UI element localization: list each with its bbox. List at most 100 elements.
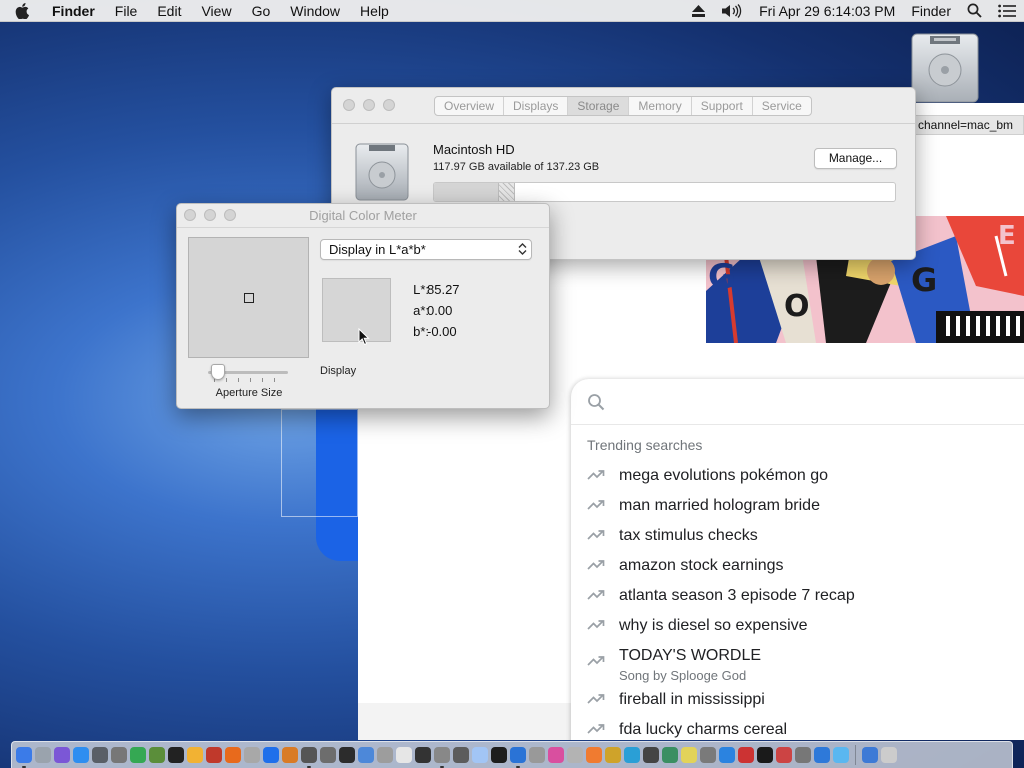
trending-item[interactable]: mega evolutions pokémon go [587, 463, 1017, 493]
dock-app-icon[interactable] [168, 747, 184, 763]
tab-service[interactable]: Service [753, 97, 811, 115]
dock-app-icon[interactable] [548, 747, 564, 763]
dock-app-icon[interactable] [586, 747, 602, 763]
dock-app-icon[interactable] [92, 747, 108, 763]
notification-center-icon[interactable] [990, 4, 1024, 18]
dock-app-icon[interactable] [719, 747, 735, 763]
dock-app-icon[interactable] [814, 747, 830, 763]
dock-app-icon[interactable] [320, 747, 336, 763]
storage-used-segment [434, 183, 499, 201]
menu-go[interactable]: Go [242, 0, 281, 22]
dock-app-icon[interactable] [491, 747, 507, 763]
search-input[interactable] [571, 379, 1024, 425]
dock-app-icon[interactable] [605, 747, 621, 763]
menu-file[interactable]: File [105, 0, 148, 22]
trending-up-icon [587, 693, 605, 708]
value-row-a: a*: 0.00 [401, 303, 521, 324]
dock-app-icon[interactable] [529, 747, 545, 763]
trending-item[interactable]: fda lucky charms cereal [587, 717, 1017, 740]
dock-app-icon[interactable] [833, 747, 849, 763]
address-bar[interactable]: channel=mac_bm [914, 115, 1024, 135]
hard-disk-icon [354, 142, 410, 205]
dock-app-icon[interactable] [453, 747, 469, 763]
trending-item[interactable]: man married hologram bride [587, 493, 1017, 523]
dock-app-icon[interactable] [339, 747, 355, 763]
dock-app-icon[interactable] [282, 747, 298, 763]
tab-storage[interactable]: Storage [568, 97, 630, 115]
dock-app-icon[interactable] [862, 747, 878, 763]
apple-menu-icon[interactable] [0, 0, 44, 22]
dock-app-icon[interactable] [662, 747, 678, 763]
trending-item[interactable]: tax stimulus checks [587, 523, 1017, 553]
manage-button[interactable]: Manage... [814, 148, 897, 169]
dock-app-icon[interactable] [130, 747, 146, 763]
dock-app-icon[interactable] [73, 747, 89, 763]
dock-app-icon[interactable] [206, 747, 222, 763]
menu-edit[interactable]: Edit [147, 0, 191, 22]
trending-item[interactable]: atlanta season 3 episode 7 recap [587, 583, 1017, 613]
volume-icon[interactable] [713, 3, 751, 18]
dock-app-icon[interactable] [434, 747, 450, 768]
dock-app-icon[interactable] [757, 747, 773, 763]
dock-app-icon[interactable] [776, 747, 792, 763]
dock-app-icon[interactable] [700, 747, 716, 763]
dock-app-icon[interactable] [415, 747, 431, 763]
tab-displays[interactable]: Displays [504, 97, 569, 115]
display-mode-select[interactable]: Display in L*a*b* [320, 239, 532, 260]
value-number: 0.00 [427, 303, 453, 318]
tab-support[interactable]: Support [692, 97, 753, 115]
svg-text:G: G [911, 261, 937, 299]
minimize-button[interactable] [363, 99, 375, 111]
dock-app-icon[interactable] [187, 747, 203, 763]
dock-app-icon[interactable] [149, 747, 165, 763]
dock-app-icon[interactable] [301, 747, 317, 768]
dock-app-icon[interactable] [358, 747, 374, 763]
tab-overview[interactable]: Overview [435, 97, 505, 115]
dock-app-icon[interactable] [396, 747, 412, 763]
trending-item-text: why is diesel so expensive [619, 617, 808, 634]
dock-app-icon[interactable] [16, 747, 32, 768]
mouse-pointer-icon [358, 327, 370, 349]
dock-app-icon[interactable] [567, 747, 583, 763]
search-suggestions-panel: Trending searches mega evolutions pokémo… [571, 379, 1024, 740]
dock-app-icon[interactable] [244, 747, 260, 763]
menu-app-name[interactable]: Finder [44, 0, 105, 22]
display-label: Display [320, 365, 357, 377]
digital-color-meter-window[interactable]: Digital Color Meter Aperture Size Displa… [176, 203, 550, 409]
dock-app-icon[interactable] [624, 747, 640, 763]
aperture-size-slider[interactable] [208, 364, 288, 384]
dock-app-icon[interactable] [377, 747, 393, 763]
trending-item[interactable]: amazon stock earnings [587, 553, 1017, 583]
dock-app-icon[interactable] [643, 747, 659, 763]
trending-item[interactable]: TODAY'S WORDLE Song by Splooge God [587, 643, 1017, 687]
menu-view[interactable]: View [191, 0, 241, 22]
dock-app-icon[interactable] [738, 747, 754, 763]
trending-up-icon [587, 499, 605, 514]
dock-app-icon[interactable] [54, 747, 70, 763]
dock-app-icon[interactable] [225, 747, 241, 763]
value-number: -0.00 [427, 324, 457, 339]
hard-disk-icon[interactable] [908, 30, 984, 104]
dock-app-icon[interactable] [472, 747, 488, 763]
menu-window[interactable]: Window [280, 0, 350, 22]
tab-memory[interactable]: Memory [629, 97, 692, 115]
dock-app-icon[interactable] [35, 747, 51, 763]
menu-help[interactable]: Help [350, 0, 399, 22]
dock-app-icon[interactable] [263, 747, 279, 763]
dock-app-icon[interactable] [681, 747, 697, 763]
trending-up-icon [587, 655, 605, 670]
zoom-button[interactable] [383, 99, 395, 111]
trending-item[interactable]: fireball in mississippi [587, 687, 1017, 717]
menubar-user[interactable]: Finder [903, 0, 959, 22]
trending-item-text: TODAY'S WORDLE [619, 647, 762, 664]
dock-app-icon[interactable] [881, 747, 897, 763]
dock-app-icon[interactable] [510, 747, 526, 768]
slider-knob[interactable] [211, 364, 225, 380]
trending-item[interactable]: why is diesel so expensive [587, 613, 1017, 643]
dock-app-icon[interactable] [111, 747, 127, 763]
spotlight-icon[interactable] [959, 3, 990, 18]
eject-icon[interactable] [684, 4, 713, 17]
close-button[interactable] [343, 99, 355, 111]
dock-app-icon[interactable] [795, 747, 811, 763]
menubar-clock[interactable]: Fri Apr 29 6:14:03 PM [751, 0, 903, 22]
